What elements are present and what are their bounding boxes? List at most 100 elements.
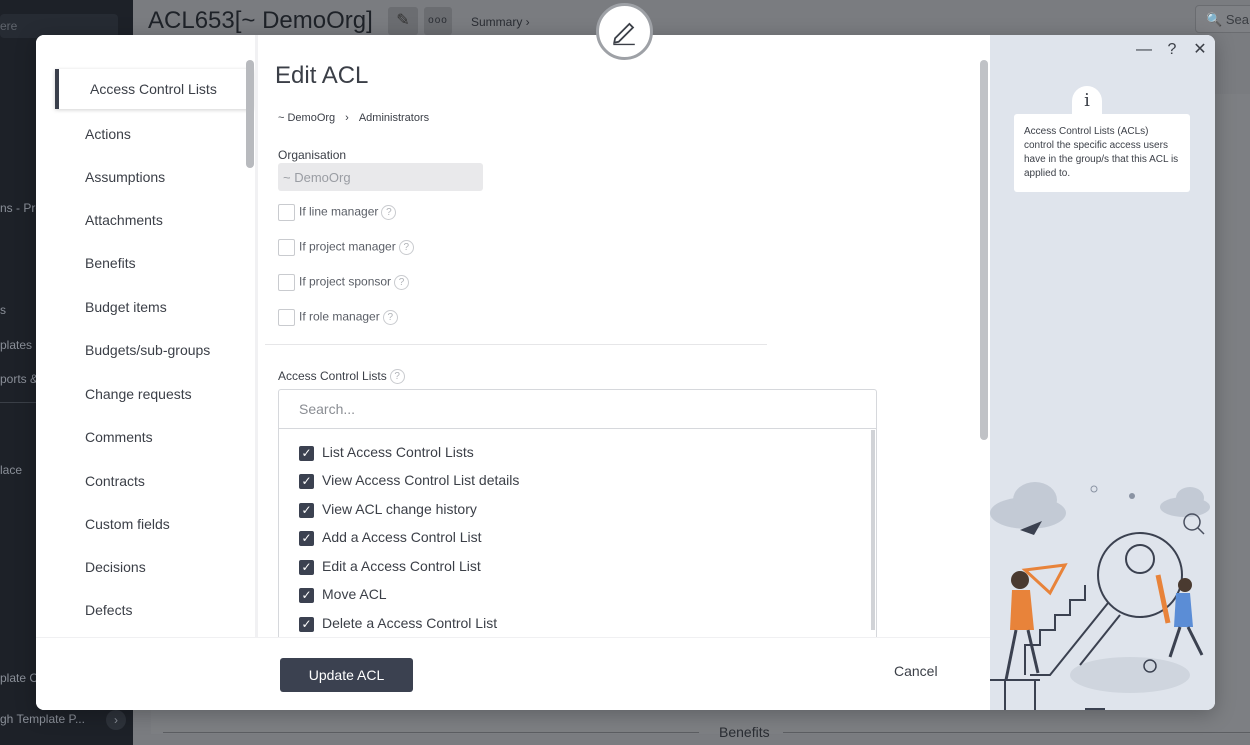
checkbox-checked-icon[interactable]: ✓	[299, 502, 314, 518]
divider	[163, 732, 699, 733]
nav-item-custom-fields[interactable]: Custom fields	[85, 516, 170, 532]
person-illustration	[1155, 574, 1204, 658]
chevron-right-icon: ›	[345, 112, 349, 124]
nav-item-benefits[interactable]: Benefits	[85, 255, 136, 271]
list-item[interactable]: ✓ View Access Control List details	[299, 472, 519, 489]
organisation-label: Organisation	[278, 148, 347, 162]
checkbox-row: If line manager?	[278, 204, 397, 221]
acl-label-text: Access Control Lists	[278, 369, 387, 383]
background-summary-link: Summary ›	[471, 15, 530, 29]
nav-item-attachments[interactable]: Attachments	[85, 212, 163, 228]
help-text: Access Control Lists (ACLs) control the …	[1014, 114, 1190, 192]
background-search-box: 🔍 Sea	[1195, 5, 1250, 33]
toolbox-icon	[1085, 708, 1105, 710]
divider	[265, 344, 767, 345]
form-content: Edit ACL ~ DemoOrg › Administrators Organi…	[259, 35, 990, 637]
acl-list: ✓ List Access Control Lists ✓ View Access …	[279, 430, 876, 637]
if-role-manager-checkbox[interactable]	[278, 309, 295, 326]
close-icon[interactable]: ✕	[1186, 39, 1214, 59]
breadcrumb-item[interactable]: Administrators	[359, 112, 429, 124]
list-item[interactable]: ✓ Edit a Access Control List	[299, 558, 481, 575]
checkbox-checked-icon[interactable]: ✓	[299, 473, 314, 489]
breadcrumb: ~ DemoOrg › Administrators	[278, 112, 429, 124]
table-illustration	[990, 679, 1040, 710]
checkbox-checked-icon[interactable]: ✓	[299, 530, 314, 546]
checkbox-label: If line manager	[299, 204, 379, 219]
background-page-title: ACL653[~ DemoOrg]	[148, 7, 373, 34]
list-item[interactable]: ✓ Delete a Access Control List	[299, 615, 497, 632]
list-item-label: Edit a Access Control List	[322, 558, 481, 574]
cancel-button[interactable]: Cancel	[894, 663, 938, 679]
checkbox-checked-icon[interactable]: ✓	[299, 445, 314, 461]
checkbox-checked-icon[interactable]: ✓	[299, 559, 314, 575]
if-line-manager-checkbox[interactable]	[278, 204, 295, 221]
help-icon[interactable]: ?	[394, 275, 410, 290]
minimize-icon[interactable]: —	[1130, 41, 1158, 59]
page-title: Edit ACL	[275, 62, 369, 89]
nav-item-contracts[interactable]: Contracts	[85, 473, 145, 489]
breadcrumb-item[interactable]: ~ DemoOrg	[278, 112, 335, 124]
nav-item-budgets-sub-groups[interactable]: Budgets/sub-groups	[85, 342, 210, 358]
list-item[interactable]: ✓ List Access Control Lists	[299, 444, 474, 461]
checkbox-row: If role manager?	[278, 309, 398, 326]
cloud-icon	[1160, 487, 1210, 517]
acl-search-input[interactable]: Search...	[279, 390, 876, 429]
checkbox-label: If role manager	[299, 309, 380, 324]
list-item-label: Move ACL	[322, 586, 387, 602]
help-icon[interactable]: ?	[382, 310, 398, 325]
nav-item-budget-items[interactable]: Budget items	[85, 299, 167, 315]
acl-section-label: Access Control Lists?	[278, 369, 405, 385]
background-sidebar-item: plates	[0, 338, 33, 352]
modal-footer: Update ACL Cancel	[36, 637, 990, 710]
checkbox-row: If project manager?	[278, 239, 414, 256]
nav-scrollbar[interactable]	[246, 60, 254, 168]
help-icon[interactable]: ?	[381, 205, 397, 220]
modal-nav: Access Control Lists Actions Assumptions…	[36, 35, 258, 637]
if-project-manager-checkbox[interactable]	[278, 239, 295, 256]
pencil-icon	[613, 22, 635, 46]
window-controls: —? ✕	[1130, 39, 1214, 59]
content-scrollbar[interactable]	[980, 60, 988, 440]
help-icon[interactable]: ?	[1158, 41, 1186, 59]
background-sidebar-item: lace	[0, 463, 23, 477]
list-item-label: List Access Control Lists	[322, 444, 474, 460]
list-item[interactable]: ✓ Move ACL	[299, 586, 387, 603]
divider	[783, 732, 1250, 733]
list-item-label: View ACL change history	[322, 501, 477, 517]
checkbox-row: If project sponsor?	[278, 274, 410, 291]
help-icon[interactable]: ?	[398, 240, 414, 255]
if-project-sponsor-checkbox[interactable]	[278, 274, 295, 291]
key-illustration	[990, 482, 1210, 710]
list-item[interactable]: ✓ Add a Access Control List	[299, 529, 482, 546]
list-item-label: View Access Control List details	[322, 472, 520, 488]
nav-item-actions[interactable]: Actions	[85, 126, 131, 142]
nav-item-comments[interactable]: Comments	[85, 429, 153, 445]
edit-acl-modal: Access Control Lists Actions Assumptions…	[36, 35, 1215, 710]
nav-item-assumptions[interactable]: Assumptions	[85, 169, 165, 185]
background-sidebar-item: gh Template P...	[0, 712, 85, 726]
key-icon	[1030, 532, 1183, 676]
list-item-label: Add a Access Control List	[322, 529, 482, 545]
help-icon[interactable]: ?	[389, 369, 405, 385]
list-item[interactable]: ✓ View ACL change history	[299, 501, 477, 518]
organisation-field: ~ DemoOrg	[278, 163, 483, 191]
nav-item-decisions[interactable]: Decisions	[85, 559, 146, 575]
update-acl-button[interactable]: Update ACL	[280, 658, 413, 692]
pencil-icon: ✎	[388, 7, 418, 35]
checkbox-checked-icon[interactable]: ✓	[299, 616, 314, 632]
background-sidebar-item: ports &	[0, 372, 39, 386]
background-sidebar-item: plate C	[0, 671, 39, 685]
list-item-label: Delete a Access Control List	[322, 615, 498, 631]
info-icon: i	[1072, 86, 1102, 116]
magnifier-icon	[1183, 513, 1205, 535]
nav-item-access-control-lists[interactable]: Access Control Lists	[55, 69, 253, 109]
more-icon: ooo	[424, 7, 452, 35]
checkbox-checked-icon[interactable]: ✓	[299, 587, 314, 603]
checkbox-label: If project manager	[299, 239, 396, 254]
nav-item-defects[interactable]: Defects	[85, 602, 132, 618]
checkbox-label: If project sponsor	[299, 274, 392, 289]
acl-list-scrollbar[interactable]	[871, 430, 875, 630]
divider	[255, 35, 258, 637]
cloud-icon	[990, 482, 1066, 529]
nav-item-change-requests[interactable]: Change requests	[85, 386, 192, 402]
